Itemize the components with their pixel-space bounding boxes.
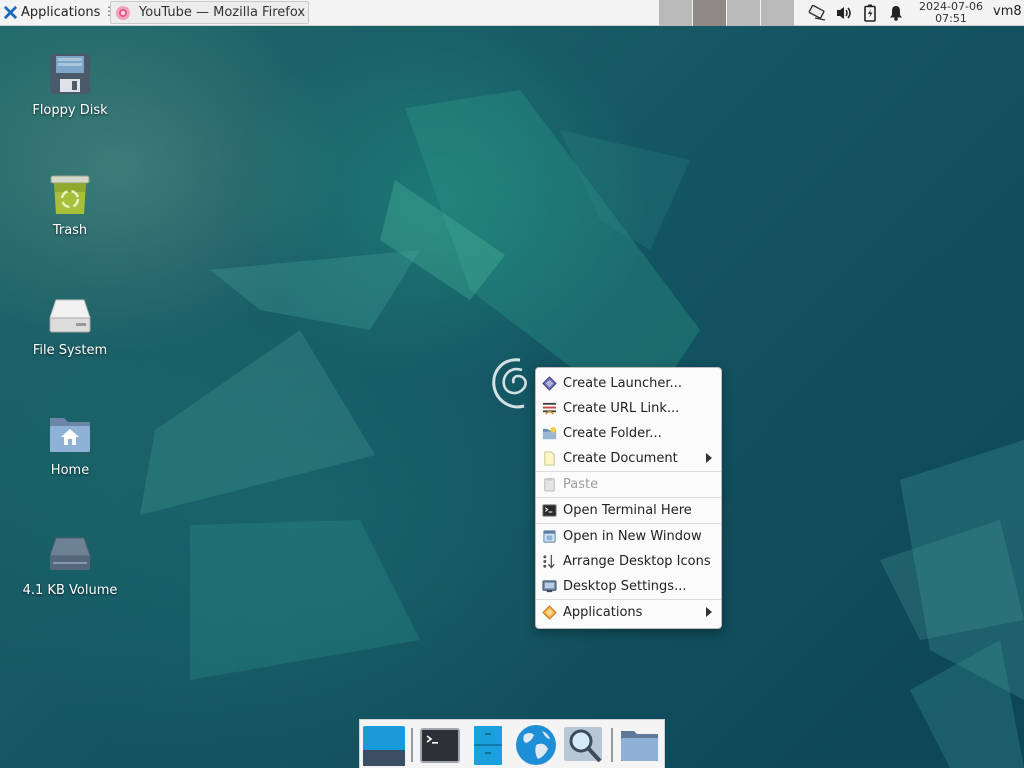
clock-time: 07:51 [935, 12, 967, 25]
desktop-settings-icon [542, 580, 557, 593]
new-window-icon [543, 530, 556, 543]
menu-item-paste: Paste [536, 472, 721, 497]
clock[interactable]: 2024-07-06 07:51 [914, 1, 988, 25]
desktop-icon-floppy-disk[interactable]: Floppy Disk [22, 52, 118, 119]
menu-item-label: Paste [563, 477, 599, 492]
desktop-icon-label: 4.1 KB Volume [22, 583, 118, 598]
menu-item-label: Applications [563, 605, 643, 620]
dock-separator [411, 728, 413, 762]
file-system-icon [49, 299, 91, 333]
workspace-switcher[interactable] [659, 0, 795, 26]
window-title: YouTube — Mozilla Firefox [139, 5, 306, 20]
menu-item-label: Create URL Link... [563, 401, 680, 416]
menu-item-create-document[interactable]: Create Document [536, 446, 721, 471]
floppy-disk-icon [50, 54, 90, 94]
battery-icon[interactable] [860, 0, 880, 26]
terminal-icon [542, 504, 557, 517]
desktop-icon-label: File System [32, 343, 108, 358]
desktop-context-menu: Create Launcher... Create URL Link... Cr… [535, 367, 722, 629]
menu-item-applications[interactable]: Applications [536, 600, 721, 625]
desktop-icon-label: Home [50, 463, 90, 478]
desktop-icon-volume[interactable]: 4.1 KB Volume [22, 532, 118, 599]
trash-icon [50, 175, 90, 214]
taskbar-window-button[interactable]: YouTube — Mozilla Firefox [110, 1, 309, 24]
menu-item-label: Open Terminal Here [563, 503, 692, 518]
menu-item-label: Create Launcher... [563, 376, 682, 391]
desktop-icon-label: Floppy Disk [32, 103, 108, 118]
menu-item-desktop-settings[interactable]: Desktop Settings... [536, 574, 721, 599]
menu-item-label: Desktop Settings... [563, 579, 687, 594]
menu-item-open-in-new-window[interactable]: Open in New Window [536, 524, 721, 549]
desktop-icon-trash[interactable]: Trash [22, 172, 118, 239]
desktop-icon-home[interactable]: Home [22, 412, 118, 479]
terminal-icon[interactable] [418, 723, 462, 767]
dock-panel [359, 719, 665, 768]
notification-bell-icon[interactable] [886, 0, 906, 26]
menu-item-label: Open in New Window [563, 529, 702, 544]
menu-item-arrange-desktop-icons[interactable]: Arrange Desktop Icons [536, 549, 721, 574]
menu-item-create-launcher[interactable]: Create Launcher... [536, 371, 721, 396]
app-finder-icon[interactable] [562, 723, 606, 767]
url-link-icon [542, 402, 557, 415]
workspace-3[interactable] [727, 0, 760, 26]
arrange-icons-icon [543, 554, 555, 569]
document-icon [544, 451, 555, 466]
menu-item-open-terminal-here[interactable]: Open Terminal Here [536, 498, 721, 523]
desktop-icon-label: Trash [52, 223, 88, 238]
dock-separator [611, 728, 613, 762]
firefox-icon [116, 5, 130, 20]
submenu-arrow-icon [706, 453, 712, 463]
applications-icon [542, 605, 557, 620]
applications-menu-button[interactable]: Applications [0, 0, 100, 25]
menu-item-label: Arrange Desktop Icons [563, 554, 711, 569]
debian-swirl-logo [492, 358, 527, 409]
menu-item-label: Create Folder... [563, 426, 662, 441]
folder-new-icon [542, 426, 557, 440]
network-icon[interactable] [805, 0, 829, 26]
folder-icon[interactable] [618, 723, 662, 767]
menu-item-create-url-link[interactable]: Create URL Link... [536, 396, 721, 421]
submenu-arrow-icon [706, 607, 712, 617]
applications-label: Applications [21, 5, 101, 20]
menu-item-label: Create Document [563, 451, 678, 466]
desktop-icon-file-system[interactable]: File System [22, 292, 118, 359]
workspace-4[interactable] [761, 0, 794, 26]
launcher-icon [542, 376, 557, 391]
xfce-logo-icon [3, 5, 18, 20]
volume-drive-icon [49, 537, 91, 570]
home-folder-icon [50, 418, 90, 452]
file-manager-icon[interactable] [466, 723, 510, 767]
desktop[interactable]: Applications ⋮ YouTube — Mozilla Firefox [0, 0, 1024, 768]
menu-item-create-folder[interactable]: Create Folder... [536, 421, 721, 446]
user-menu[interactable]: vm8 [993, 4, 1022, 19]
show-desktop-icon[interactable] [362, 723, 406, 767]
workspace-1[interactable] [659, 0, 692, 26]
top-panel: Applications ⋮ YouTube — Mozilla Firefox [0, 0, 1024, 26]
workspace-2[interactable] [693, 0, 726, 26]
volume-icon[interactable] [833, 0, 855, 26]
paste-icon [544, 477, 555, 492]
web-browser-icon[interactable] [514, 723, 558, 767]
